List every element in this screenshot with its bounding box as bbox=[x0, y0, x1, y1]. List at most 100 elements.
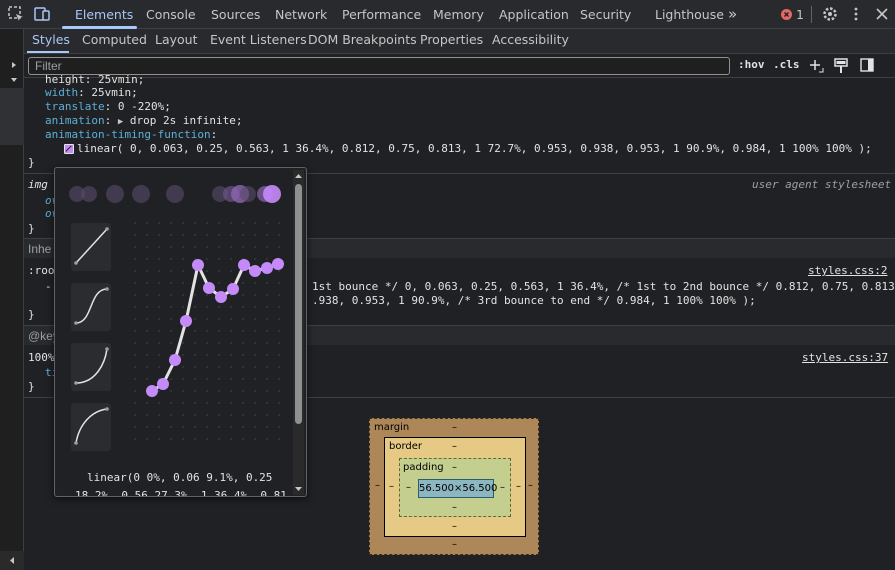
padding-bottom-value[interactable]: – bbox=[452, 502, 457, 513]
source-link[interactable]: styles.css:2 bbox=[808, 264, 887, 277]
settings-gear-icon[interactable] bbox=[821, 5, 839, 23]
css-property-name[interactable]: animation-timing-function bbox=[45, 128, 211, 141]
margin-right-value[interactable]: – bbox=[528, 480, 533, 491]
border-top-value[interactable]: – bbox=[452, 441, 457, 452]
tab-network[interactable]: Network bbox=[275, 0, 327, 29]
toolbar-divider bbox=[811, 6, 812, 23]
tab-console[interactable]: Console bbox=[146, 0, 196, 29]
tab-properties[interactable]: Properties bbox=[420, 29, 483, 53]
border-bottom-value[interactable]: – bbox=[452, 521, 457, 532]
popover-scrollbar[interactable] bbox=[293, 170, 304, 495]
selected-node-highlight bbox=[0, 88, 24, 145]
css-declaration[interactable]: height: 25vmin; bbox=[45, 73, 144, 86]
main-toolbar: Elements Console Sources Network Perform… bbox=[0, 0, 895, 29]
scroll-up-icon[interactable] bbox=[294, 172, 303, 180]
class-toggle-button[interactable]: .cls bbox=[773, 58, 800, 74]
margin-bottom-value[interactable]: – bbox=[452, 539, 457, 550]
rule-selector[interactable]: img bbox=[28, 178, 48, 191]
css-property-value[interactable]: 0 -220%; bbox=[118, 100, 171, 113]
error-count[interactable]: 1 bbox=[796, 0, 804, 29]
device-toolbar-icon[interactable] bbox=[33, 5, 51, 23]
box-model-diagram: margin – – – – border – – – – padding – … bbox=[369, 418, 539, 555]
scroll-left-icon[interactable] bbox=[8, 556, 16, 565]
easing-code-line[interactable]: linear(0 0%, 0.06 9.1%, 0.25 bbox=[87, 471, 272, 484]
filter-toolbar: :hov .cls bbox=[24, 54, 895, 78]
rule-close-brace: } bbox=[28, 156, 35, 169]
css-declaration[interactable]: translate: 0 -220%; bbox=[45, 100, 171, 113]
css-declaration[interactable]: width: 25vmin; bbox=[45, 86, 138, 99]
tab-dom-breakpoints[interactable]: DOM Breakpoints bbox=[308, 29, 417, 53]
box-model-border[interactable]: border – – – – padding – – – – 56.500×56… bbox=[384, 437, 526, 537]
css-declaration-fragment[interactable]: 1st bounce */ 0, 0.063, 0.25, 0.563, 1 3… bbox=[312, 280, 895, 293]
tab-layout[interactable]: Layout bbox=[155, 29, 198, 53]
padding-left-value[interactable]: – bbox=[406, 482, 411, 493]
margin-label: margin bbox=[374, 422, 410, 433]
tab-computed[interactable]: Computed bbox=[82, 29, 147, 53]
rule-origin: user agent stylesheet bbox=[752, 178, 892, 191]
padding-right-value[interactable]: – bbox=[500, 482, 505, 493]
tab-lighthouse[interactable]: Lighthouse bbox=[655, 0, 724, 29]
close-devtools-icon[interactable] bbox=[873, 5, 891, 23]
inspect-element-icon[interactable] bbox=[7, 5, 25, 23]
rule-close-brace: } bbox=[28, 308, 35, 321]
declaration-dash: - bbox=[45, 280, 52, 293]
hover-state-button[interactable]: :hov bbox=[738, 58, 765, 74]
margin-left-value[interactable]: – bbox=[375, 480, 380, 491]
rule-selector[interactable]: 100% bbox=[28, 351, 55, 364]
curve-control-point bbox=[272, 258, 284, 270]
curve-control-point bbox=[157, 378, 169, 390]
css-property-name[interactable]: animation bbox=[45, 114, 105, 127]
error-icon[interactable] bbox=[781, 9, 792, 20]
css-property-value[interactable]: drop 2s infinite; bbox=[130, 114, 243, 127]
linear-easing-value[interactable]: linear( 0, 0.063, 0.25, 0.563, 1 36.4%, … bbox=[77, 142, 872, 155]
box-model-content[interactable]: 56.500×56.500 bbox=[418, 479, 497, 498]
rule-selector[interactable]: :roo bbox=[28, 264, 55, 277]
horizontal-scrollbar[interactable] bbox=[0, 551, 24, 570]
easing-code-line[interactable]: 18.2%, 0.56 27.3%, 1 36.4%, 0.81 bbox=[75, 489, 287, 496]
rule-close-brace: } bbox=[28, 222, 35, 235]
toggle-sidebar-icon[interactable] bbox=[860, 58, 874, 72]
linear-easing-curve[interactable] bbox=[55, 168, 307, 497]
scroll-down-icon[interactable] bbox=[294, 485, 303, 493]
expand-animation-icon[interactable]: ▶ bbox=[118, 117, 123, 127]
tab-elements[interactable]: Elements bbox=[75, 0, 133, 29]
box-model-padding[interactable]: padding – – – – 56.500×56.500 bbox=[399, 458, 511, 517]
dom-tree-edge bbox=[0, 29, 24, 570]
expand-arrow-icon[interactable] bbox=[10, 61, 18, 69]
easing-swatch-icon[interactable] bbox=[64, 144, 74, 154]
curve-control-point bbox=[261, 262, 273, 274]
active-subtab-indicator bbox=[27, 51, 69, 53]
box-model-margin[interactable]: margin – – – – border – – – – padding – … bbox=[369, 418, 539, 555]
tab-accessibility[interactable]: Accessibility bbox=[492, 29, 569, 53]
border-left-value[interactable]: – bbox=[389, 481, 394, 492]
tab-performance[interactable]: Performance bbox=[342, 0, 421, 29]
padding-top-value[interactable]: – bbox=[452, 462, 457, 473]
curve-control-point bbox=[238, 259, 250, 271]
css-property-name[interactable]: translate bbox=[45, 100, 105, 113]
tab-styles[interactable]: Styles bbox=[32, 29, 70, 53]
css-property-value[interactable]: 25vmin; bbox=[91, 86, 137, 99]
new-style-rule-icon[interactable] bbox=[808, 58, 824, 74]
styles-subtabs: Styles Computed Layout Event Listeners D… bbox=[24, 29, 895, 54]
more-tabs-button[interactable]: » bbox=[728, 0, 737, 29]
more-options-icon[interactable] bbox=[847, 5, 865, 23]
margin-top-value[interactable]: – bbox=[452, 422, 457, 433]
easing-editor-popover[interactable]: linear(0 0%, 0.06 9.1%, 0.25 18.2%, 0.56… bbox=[54, 167, 307, 497]
tab-security[interactable]: Security bbox=[580, 0, 631, 29]
popover-scroll-thumb[interactable] bbox=[295, 184, 302, 424]
tab-event-listeners[interactable]: Event Listeners bbox=[210, 29, 307, 53]
tab-application[interactable]: Application bbox=[499, 0, 569, 29]
border-right-value[interactable]: – bbox=[516, 481, 521, 492]
css-declaration[interactable]: animation: ▶ drop 2s infinite; bbox=[45, 114, 243, 127]
collapse-arrow-icon[interactable] bbox=[10, 76, 18, 84]
curve-control-point bbox=[146, 385, 158, 397]
curve-control-point bbox=[203, 282, 215, 294]
source-link[interactable]: styles.css:37 bbox=[802, 351, 888, 364]
css-declaration[interactable]: animation-timing-function: bbox=[45, 128, 217, 141]
css-declaration-fragment[interactable]: .938, 0.953, 1 90.9%, /* 3rd bounce to e… bbox=[312, 294, 756, 307]
inherited-label: Inhe bbox=[28, 242, 52, 256]
tab-memory[interactable]: Memory bbox=[433, 0, 484, 29]
tab-sources[interactable]: Sources bbox=[211, 0, 260, 29]
paint-brush-icon[interactable] bbox=[834, 58, 848, 74]
css-property-name[interactable]: width bbox=[45, 86, 78, 99]
